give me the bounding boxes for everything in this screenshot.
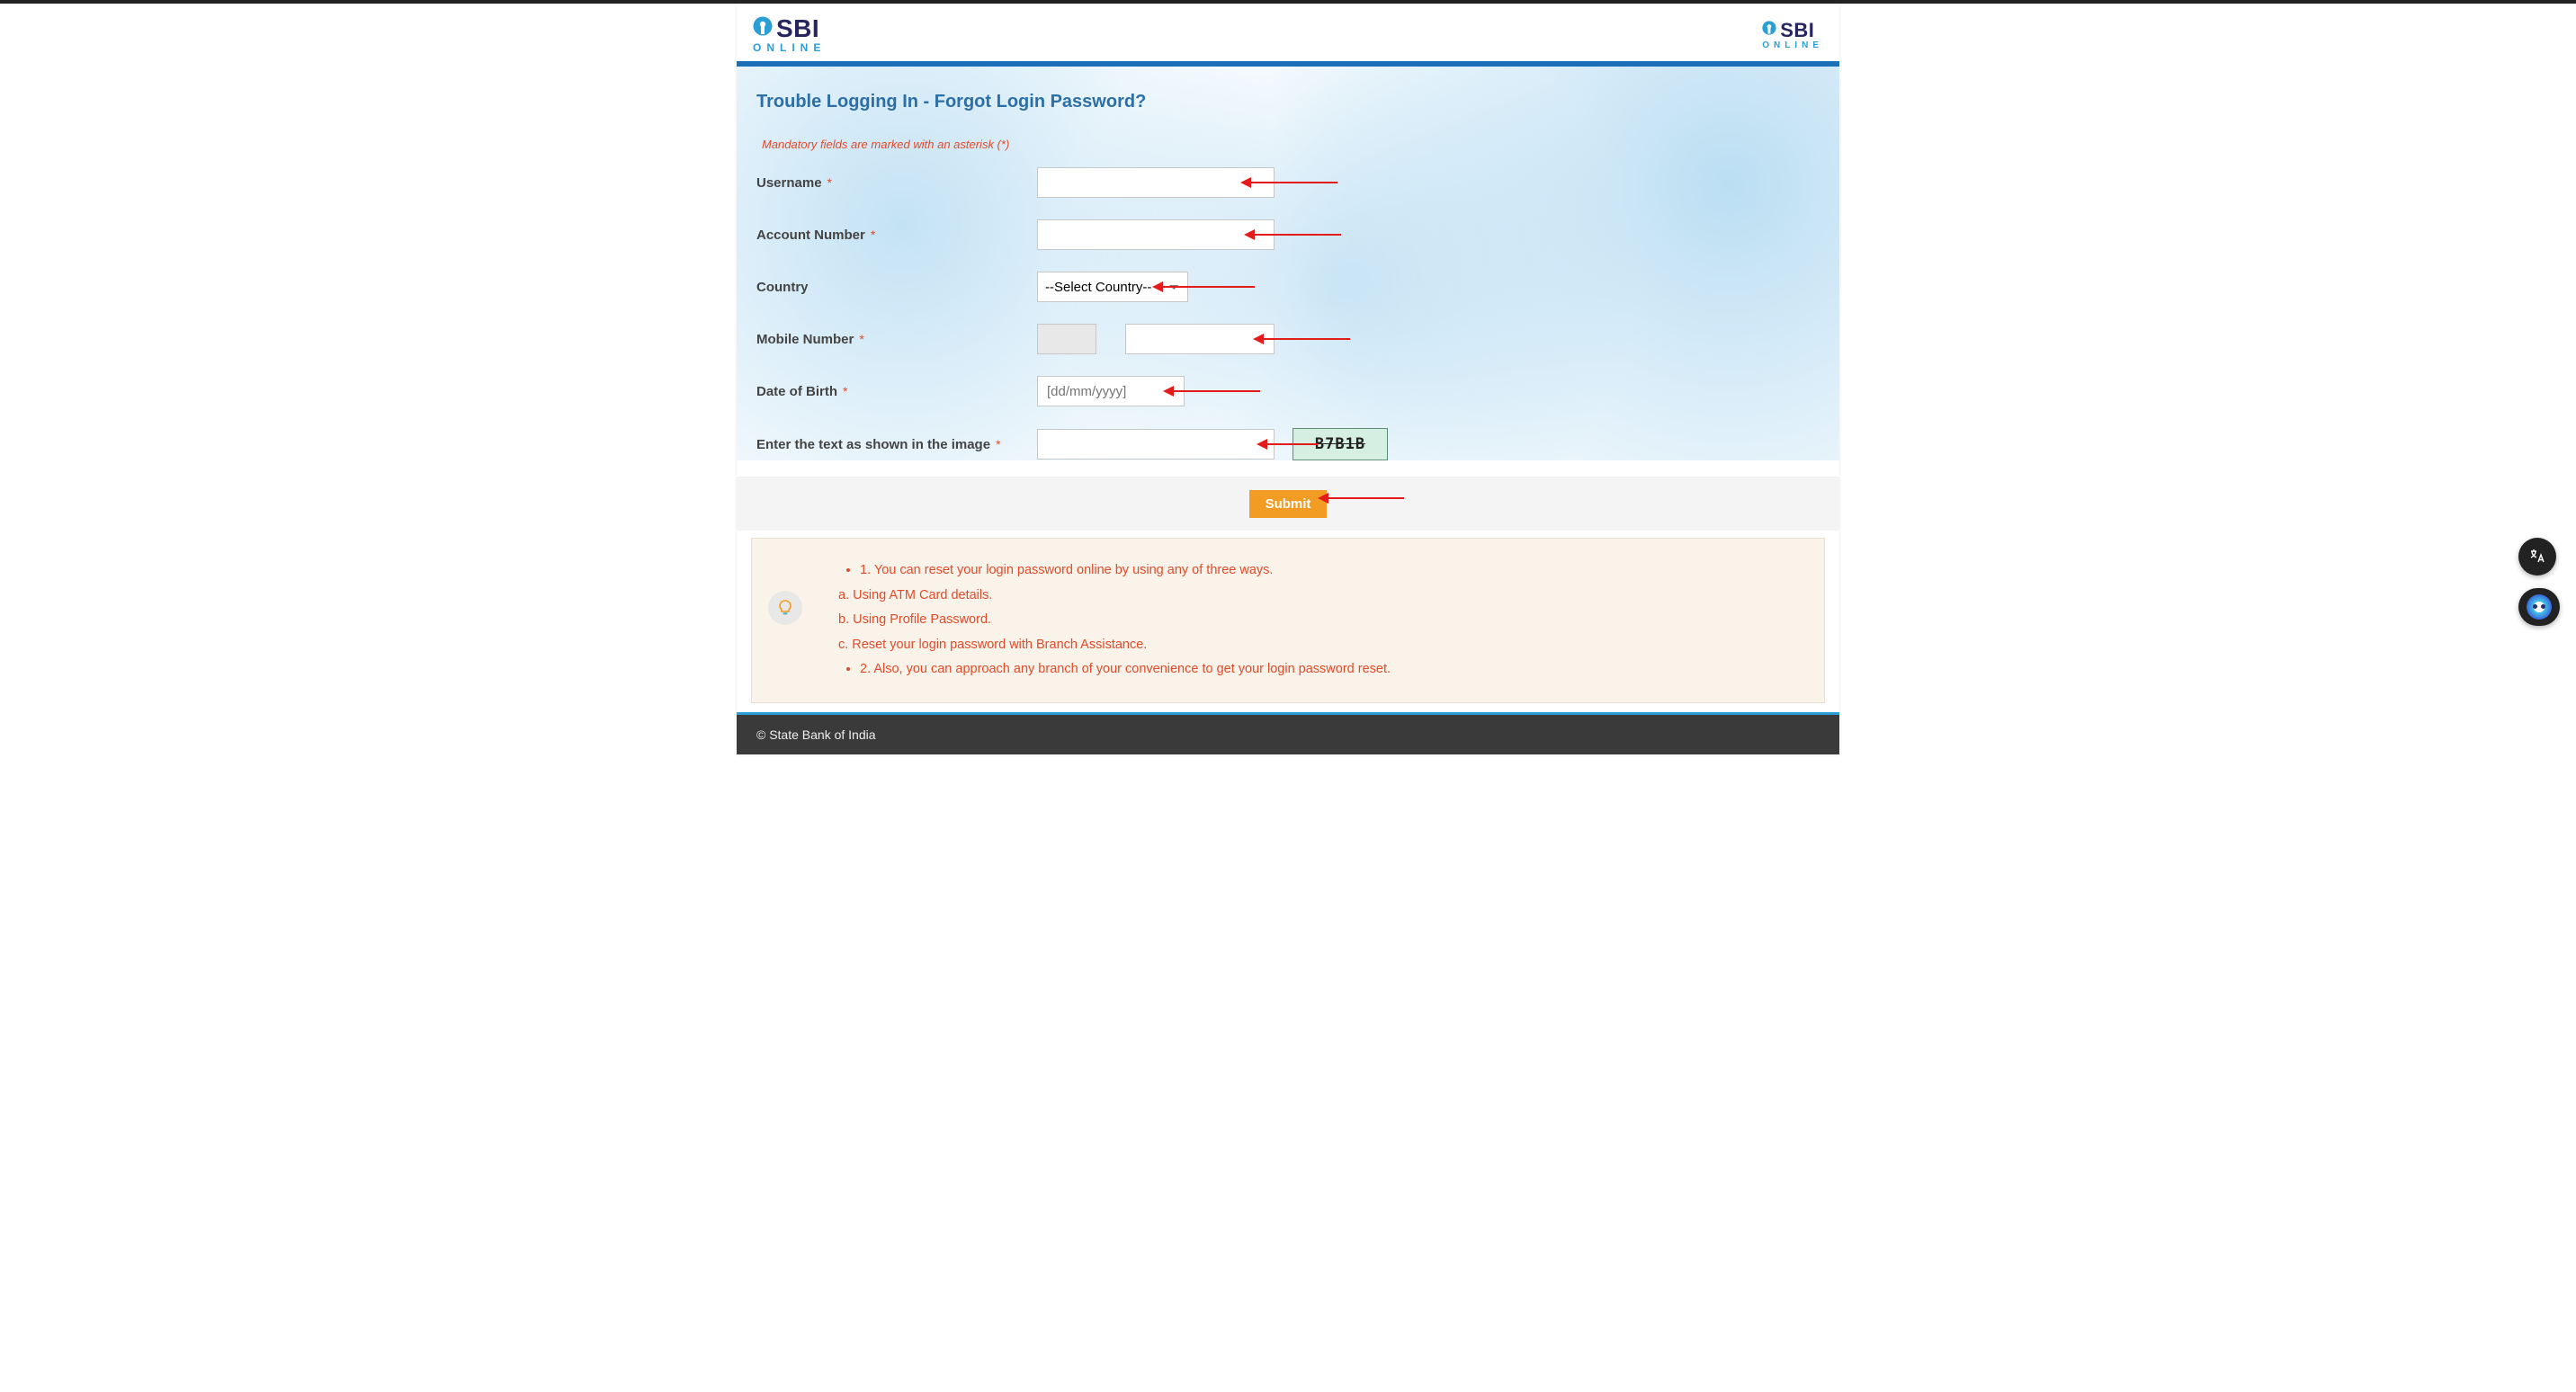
info-panel: 1. You can reset your login password onl…	[751, 538, 1825, 703]
annotation-arrow	[1255, 338, 1350, 340]
username-input[interactable]	[1037, 167, 1275, 198]
label-country: Country	[756, 280, 1037, 295]
footer: © State Bank of India	[737, 715, 1839, 754]
label-captcha: Enter the text as shown in the image *	[756, 437, 1037, 452]
label-dob: Date of Birth *	[756, 384, 1037, 399]
required-marker: *	[996, 437, 1000, 451]
lightbulb-icon	[768, 591, 802, 625]
sbi-keyhole-icon	[753, 16, 773, 41]
mobile-prefix-input	[1037, 324, 1096, 354]
row-username: Username *	[756, 167, 1820, 198]
required-marker: *	[859, 332, 863, 346]
annotation-arrow	[1165, 390, 1260, 392]
captcha-input[interactable]	[1037, 429, 1275, 460]
row-captcha: Enter the text as shown in the image* B7…	[756, 428, 1820, 460]
annotation-arrow	[1242, 182, 1337, 183]
label-mobile-text: Mobile Number	[756, 332, 854, 347]
translate-fab[interactable]	[2518, 538, 2556, 576]
annotation-arrow	[1319, 497, 1404, 499]
annotation-arrow	[1246, 234, 1341, 236]
page-title: Trouble Logging In - Forgot Login Passwo…	[756, 92, 1820, 112]
row-mobile: Mobile Number *	[756, 324, 1820, 354]
info-sub-item: c. Reset your login password with Branch…	[838, 633, 1391, 658]
submit-button[interactable]: Submit	[1249, 490, 1328, 518]
header: SBI ONLINE SBI ONLINE	[737, 4, 1839, 61]
logo-text: SBI	[1780, 19, 1814, 42]
info-item: 2. Also, you can approach any branch of …	[860, 657, 1391, 683]
label-username-text: Username	[756, 175, 822, 191]
info-sub-item: a. Using ATM Card details.	[838, 584, 1391, 609]
label-account-text: Account Number	[756, 228, 865, 243]
account-input[interactable]	[1037, 219, 1275, 250]
mandatory-note: Mandatory fields are marked with an aste…	[756, 138, 1820, 151]
assistant-icon	[2527, 594, 2552, 620]
info-sub-item: b. Using Profile Password.	[838, 608, 1391, 633]
required-marker: *	[827, 175, 832, 190]
required-marker: *	[843, 384, 847, 398]
label-dob-text: Date of Birth	[756, 384, 837, 399]
annotation-arrow	[1258, 443, 1318, 445]
submit-area: Submit	[737, 477, 1839, 531]
row-dob: Date of Birth *	[756, 376, 1820, 406]
info-item: 1. You can reset your login password onl…	[860, 558, 1391, 584]
annotation-arrow	[1154, 286, 1255, 288]
logo-left: SBI ONLINE	[753, 14, 826, 54]
required-marker: *	[871, 228, 875, 242]
label-country-text: Country	[756, 280, 809, 295]
logo-subtext: ONLINE	[1762, 40, 1823, 50]
assistant-fab[interactable]	[2518, 588, 2560, 626]
sbi-keyhole-icon	[1762, 21, 1776, 40]
info-list: 1. You can reset your login password onl…	[826, 558, 1391, 683]
row-country: Country --Select Country--	[756, 272, 1820, 302]
logo-right: SBI ONLINE	[1762, 19, 1823, 50]
label-mobile: Mobile Number *	[756, 332, 1037, 347]
row-account: Account Number *	[756, 219, 1820, 250]
logo-subtext: ONLINE	[753, 41, 826, 54]
label-username: Username *	[756, 175, 1037, 191]
label-account: Account Number *	[756, 228, 1037, 243]
label-captcha-text: Enter the text as shown in the image	[756, 437, 990, 452]
logo-text: SBI	[776, 14, 819, 43]
